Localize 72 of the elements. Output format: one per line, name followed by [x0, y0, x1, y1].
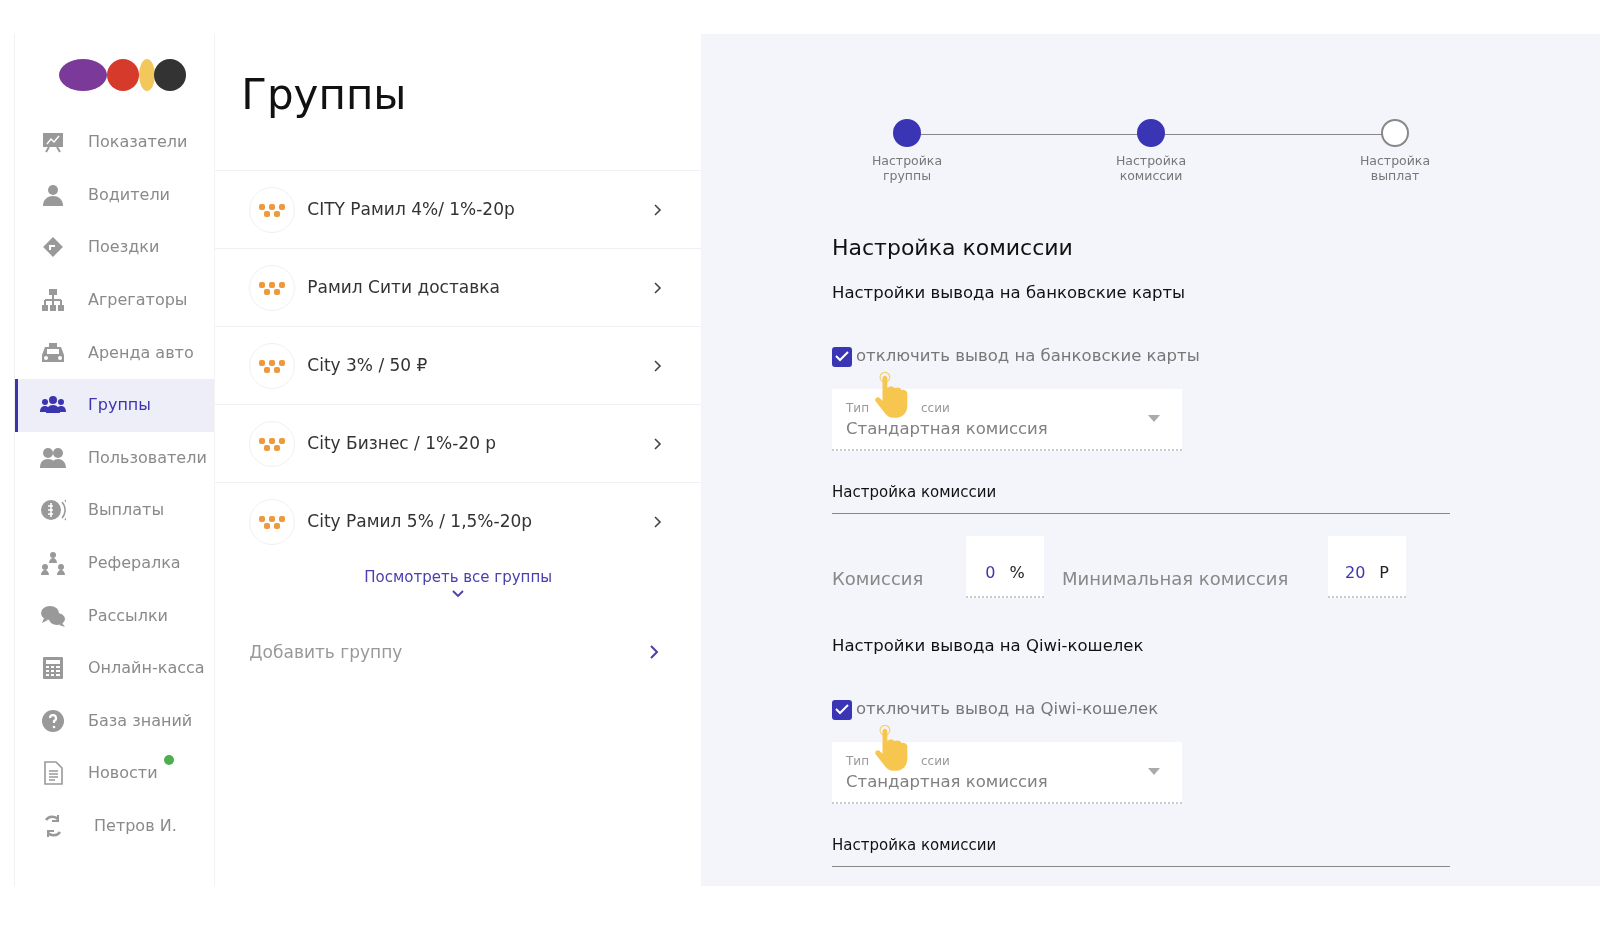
sidebar-item[interactable]: Аренда авто [15, 326, 215, 379]
sidebar-item[interactable]: Водители [15, 168, 215, 222]
taxi-checker-icon [258, 513, 287, 530]
chevron-right-icon [649, 644, 659, 661]
sidebar-item[interactable]: Новости [15, 747, 215, 800]
section-heading: Настройки вывода на Qiwi-кошелек [832, 635, 1145, 658]
sidebar-item[interactable]: Выплаты [15, 484, 215, 537]
sidebar-item[interactable]: Пользователи [15, 431, 215, 485]
chat-bubbles-icon [40, 603, 66, 628]
sidebar-item[interactable]: Петров И. [15, 799, 215, 853]
field-label: Тип [846, 752, 869, 770]
taxi-checker-icon [258, 201, 287, 218]
chevron-right-icon [653, 514, 663, 529]
subsection-heading: Настройка комиссии [832, 833, 1450, 868]
chevron-right-icon [653, 280, 663, 295]
section-heading: Настройки вывода на банковские карты [832, 282, 1187, 305]
presentation-chart-icon [40, 130, 66, 155]
taxi-checker-icon [258, 357, 287, 374]
referral-people-icon [40, 551, 66, 576]
sidebar-item[interactable]: Онлайн-касса [15, 641, 215, 695]
sidebar-item[interactable]: Показатели [15, 116, 215, 169]
chevron-down-icon [451, 588, 466, 598]
chevron-right-icon [653, 358, 663, 373]
show-all-link[interactable]: Посмотреть все группы [364, 566, 553, 598]
sidebar-item[interactable]: Рефералка [15, 536, 215, 590]
question-circle-icon [40, 708, 66, 733]
sidebar-item[interactable]: Агрегаторы [15, 273, 215, 327]
dropdown-caret-icon [1148, 414, 1160, 423]
field-label: Минимальная комиссия [1062, 567, 1290, 592]
hierarchy-icon [40, 288, 66, 313]
sidebar-item[interactable]: База знаний [15, 694, 215, 748]
checkbox-label: отключить вывод на банковские карты [856, 345, 1200, 368]
chevron-right-icon [653, 202, 663, 217]
calculator-icon [40, 656, 66, 681]
step-label: Настройка комиссии [1114, 153, 1188, 183]
group-list-item[interactable]: Рамил Сити доставка [215, 248, 701, 326]
add-group-button[interactable]: Добавить группу [215, 639, 701, 665]
sidebar-item[interactable]: Поездки [15, 221, 215, 274]
sidebar-item[interactable]: Рассылки [15, 589, 215, 642]
step-label: Настройка выплат [1358, 153, 1432, 183]
checkbox[interactable] [832, 699, 852, 720]
dropdown-caret-icon [1148, 767, 1160, 776]
checkbox[interactable] [832, 346, 852, 367]
field-label: ссии [921, 399, 950, 417]
input-field[interactable]: 0 % [966, 536, 1044, 599]
step-circle[interactable] [893, 119, 921, 147]
select-value: Стандартная комиссия [846, 770, 1048, 793]
group-list-item[interactable]: CITY Рамил 4%/ 1%-20р [215, 170, 701, 248]
commission-type-select[interactable]: Тип ссии Стандартная комиссия [832, 388, 1182, 451]
group-list-item[interactable]: City 3% / 50 ₽ [215, 326, 701, 404]
page-title: Группы [240, 69, 408, 121]
two-people-icon [40, 445, 66, 470]
taxi-car-icon [40, 340, 66, 365]
commission-type-select[interactable]: Тип ссии Стандартная комиссия [832, 741, 1182, 804]
group-list-item[interactable]: City Бизнес / 1%-20 р [215, 404, 701, 482]
checkbox-label: отключить вывод на Qiwi-кошелек [856, 698, 1159, 721]
sidebar-item[interactable]: Группы [15, 378, 215, 432]
group-list-item[interactable]: City Рамил 5% / 1,5%-20р [215, 482, 701, 560]
step-circle[interactable] [1381, 119, 1409, 147]
field-label: Комиссия [832, 567, 925, 592]
input-field[interactable]: 20 Р [1328, 536, 1406, 599]
chevron-right-icon [653, 436, 663, 451]
form-title: Настройка комиссии [832, 235, 1074, 262]
taxi-checker-icon [258, 279, 287, 296]
select-value: Стандартная комиссия [846, 417, 1048, 440]
step-label: Настройка группы [870, 153, 944, 183]
field-label: ссии [921, 752, 950, 770]
field-label: Тип [846, 399, 869, 417]
taxi-checker-icon [258, 435, 287, 452]
person-icon [40, 182, 66, 207]
subsection-heading: Настройка комиссии [832, 480, 1450, 515]
step-circle[interactable] [1137, 119, 1165, 147]
